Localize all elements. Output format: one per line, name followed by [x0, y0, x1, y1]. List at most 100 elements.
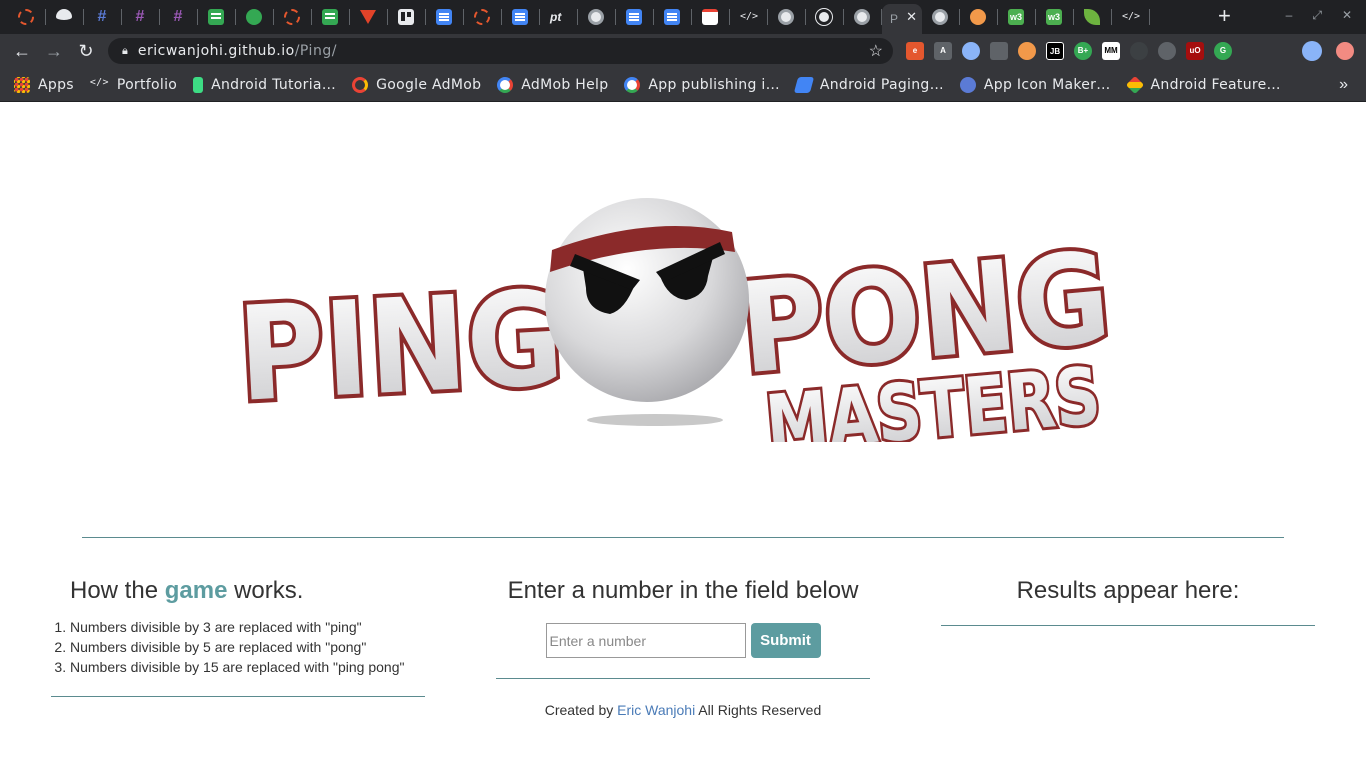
tab[interactable]	[502, 0, 540, 34]
title-text: works.	[227, 577, 304, 604]
tab[interactable]: #	[122, 0, 160, 34]
tab[interactable]: w3	[1036, 0, 1074, 34]
tab[interactable]	[426, 0, 464, 34]
submit-button[interactable]: Submit	[750, 623, 821, 658]
tab[interactable]	[46, 0, 84, 34]
tab[interactable]	[464, 0, 502, 34]
minimize-icon[interactable]: –	[1286, 8, 1293, 23]
leaf-icon	[1084, 9, 1100, 25]
tab[interactable]: #	[84, 0, 122, 34]
close-tab-icon[interactable]: ✕	[906, 9, 917, 25]
how-it-works-title: How the game works.	[70, 577, 425, 605]
rule-item: Numbers divisible by 3 are replaced with…	[70, 617, 425, 637]
app-icon-maker-icon	[959, 76, 976, 93]
credit-text: Created by	[544, 702, 618, 718]
bookmark-android-tutorial[interactable]: Android Tutoria…	[193, 76, 336, 93]
tab[interactable]	[692, 0, 730, 34]
extension-icon[interactable]	[1158, 42, 1176, 60]
sheets-icon	[322, 9, 338, 25]
tab-title: P	[890, 12, 899, 26]
extension-icon[interactable]	[1130, 42, 1148, 60]
restore-icon[interactable]: ⤢	[1312, 8, 1322, 23]
bookmark-google-admob[interactable]: Google AdMob	[352, 76, 481, 93]
section-divider	[51, 696, 425, 697]
code-icon: </>	[89, 76, 109, 88]
window-controls: – ⤢ ✕	[1286, 8, 1352, 23]
extension-icon[interactable]: e	[906, 42, 924, 60]
url-path: /Ping/	[294, 43, 337, 59]
helmet-icon	[56, 9, 72, 25]
tab[interactable]: </>	[1112, 0, 1150, 34]
update-icon[interactable]	[1336, 42, 1354, 60]
forward-button[interactable]: →	[38, 35, 70, 67]
bookmark-label: App publishing i…	[648, 76, 780, 93]
input-title: Enter a number in the field below	[507, 577, 859, 604]
tab[interactable]	[844, 0, 882, 34]
extension-icon[interactable]	[1018, 42, 1036, 60]
rule-item: Numbers divisible by 5 are replaced with…	[70, 637, 425, 657]
bookmark-app-icon-maker[interactable]: App Icon Maker…	[959, 76, 1111, 93]
google-icon	[497, 76, 514, 93]
tab[interactable]	[236, 0, 274, 34]
bookmark-android-feature[interactable]: Android Feature…	[1125, 75, 1281, 94]
address-bar[interactable]: 🔒︎ ericwanjohi.github.io/Ping/ ☆	[108, 38, 893, 64]
tab[interactable]	[806, 0, 844, 34]
tab[interactable]	[312, 0, 350, 34]
reload-icon: ↻	[78, 40, 94, 61]
bookmark-app-publishing[interactable]: App publishing i…	[624, 76, 780, 93]
extension-icon[interactable]: B+	[1074, 42, 1092, 60]
code-icon: </>	[1122, 11, 1141, 22]
tab-list: # # # pt </> P ✕ w3 w3 </>	[0, 0, 1150, 34]
tab[interactable]: #	[160, 0, 198, 34]
docs-icon	[626, 9, 642, 25]
tab[interactable]	[768, 0, 806, 34]
bookmark-portfolio[interactable]: </> Portfolio	[90, 77, 177, 93]
bookmark-admob-help[interactable]: AdMob Help	[497, 76, 608, 93]
tab[interactable]	[578, 0, 616, 34]
profile-avatar[interactable]	[1302, 41, 1322, 61]
extension-icon[interactable]: uO	[1186, 42, 1204, 60]
extension-icon[interactable]	[962, 42, 980, 60]
author-link[interactable]: Eric Wanjohi	[617, 702, 695, 718]
more-bookmarks-button[interactable]: »	[1339, 76, 1348, 94]
bookmark-label: App Icon Maker…	[983, 76, 1111, 93]
tab[interactable]	[654, 0, 692, 34]
tab[interactable]	[274, 0, 312, 34]
title-text: How the	[70, 577, 165, 604]
tab[interactable]: pt	[540, 0, 578, 34]
ping-pong-masters-logo: PING PONG MASTERS	[230, 198, 1120, 442]
tab[interactable]: w3	[998, 0, 1036, 34]
tab[interactable]	[198, 0, 236, 34]
tab[interactable]	[616, 0, 654, 34]
extension-icon[interactable]: A	[934, 42, 952, 60]
tab[interactable]	[922, 0, 960, 34]
tab[interactable]: </>	[730, 0, 768, 34]
slack-icon: #	[97, 8, 107, 25]
bookmark-star-icon[interactable]: ☆	[869, 41, 883, 61]
bookmark-apps[interactable]: Apps	[14, 76, 74, 93]
coin-icon	[970, 9, 986, 25]
docs-icon	[436, 9, 452, 25]
close-window-icon[interactable]: ✕	[1342, 8, 1352, 23]
tab[interactable]	[388, 0, 426, 34]
back-button[interactable]: ←	[6, 35, 38, 67]
tab-active[interactable]: P ✕	[882, 4, 922, 34]
reload-button[interactable]: ↻	[70, 35, 102, 67]
apps-grid-icon	[14, 76, 30, 93]
extension-icon[interactable]: JB	[1046, 42, 1064, 60]
tab[interactable]	[960, 0, 998, 34]
arrow-left-icon: ←	[13, 40, 31, 61]
w3-icon: w3	[1046, 9, 1062, 25]
tab[interactable]	[1074, 0, 1112, 34]
extension-icon[interactable]: MM	[1102, 42, 1120, 60]
extension-icon[interactable]: G	[1214, 42, 1232, 60]
number-input[interactable]	[545, 623, 746, 658]
tab[interactable]	[350, 0, 388, 34]
bookmark-android-paging[interactable]: Android Paging…	[793, 76, 944, 93]
credit-text: All Rights Reserved	[695, 702, 822, 718]
ubuntu-ring-icon	[474, 9, 490, 25]
extension-icon[interactable]	[990, 42, 1008, 60]
new-tab-button[interactable]: +	[1218, 4, 1231, 28]
slack-icon: #	[135, 8, 145, 25]
tab[interactable]	[8, 0, 46, 34]
